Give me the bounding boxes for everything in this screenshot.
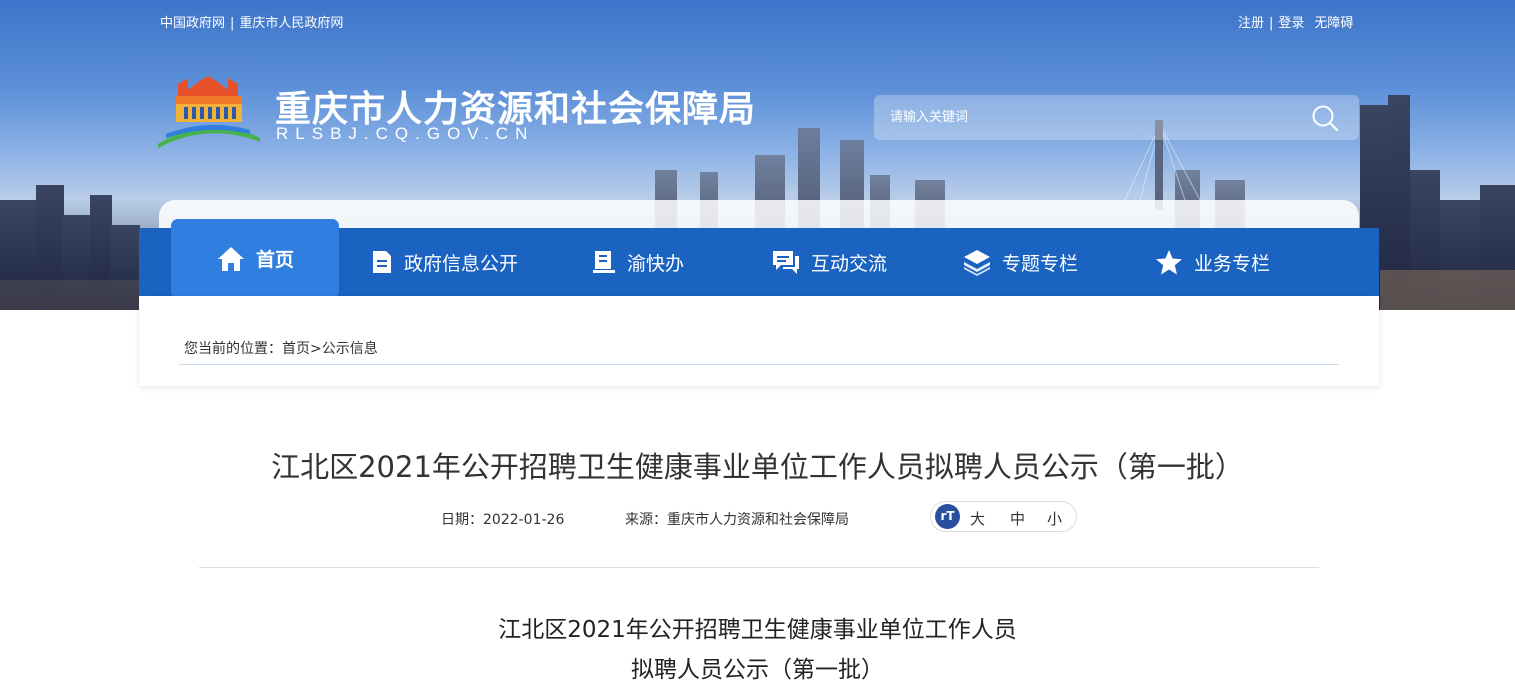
star-icon [1156,250,1182,275]
layers-icon [964,250,990,276]
breadcrumb-separator: > [310,341,322,357]
font-size-icon: rT [935,504,960,529]
document-icon [373,251,391,273]
link-separator: | [1269,16,1274,31]
body-heading-line-1: 江北区2021年公开招聘卫生健康事业单位工作人员 [498,617,1017,643]
breadcrumb-current-link[interactable]: 公示信息 [322,341,378,357]
nav-item-special-topics[interactable]: 专题专栏 [962,228,1078,296]
font-size-large-button[interactable]: 大 [970,508,985,529]
accessibility-link[interactable]: 无障碍 [1314,16,1353,31]
article-divider [199,567,1319,568]
font-size-control: rT 大 中 小 [930,501,1077,532]
nav-item-label: 业务专栏 [1194,252,1271,275]
register-link[interactable]: 注册 [1238,16,1264,31]
site-domain: RLSBJ.CQ.GOV.CN [276,124,535,143]
book-icon [593,251,615,273]
nav-item-label: 首页 [255,249,294,271]
search-icon[interactable] [1310,103,1340,133]
nav-item-label: 政府信息公开 [404,252,519,275]
font-size-medium-button[interactable]: 中 [1010,508,1025,529]
nav-item-home[interactable]: 首页 [171,219,339,298]
home-icon [217,246,244,271]
nav-item-interaction[interactable]: 互动交流 [771,228,887,296]
chat-icon [773,251,799,274]
search-box [874,95,1359,140]
gov-site-link[interactable]: 中国政府网 [160,16,225,31]
search-input[interactable] [874,95,1304,140]
font-size-small-button[interactable]: 小 [1047,508,1062,529]
breadcrumb-prefix: 您当前的位置： [184,341,282,357]
nav-item-business[interactable]: 业务专栏 [1154,228,1270,296]
login-link[interactable]: 登录 [1278,16,1304,31]
article-title: 江北区2021年公开招聘卫生健康事业单位工作人员拟聘人员公示（第一批） [271,450,1244,484]
article-source: 来源：重庆市人力资源和社会保障局 [625,512,849,528]
breadcrumb: 您当前的位置：首页>公示信息 [184,338,378,358]
nav-item-label: 渝快办 [627,252,685,275]
nav-item-label: 专题专栏 [1002,252,1079,275]
breadcrumb-divider [179,364,1339,365]
link-separator: | [230,16,235,31]
top-links-right: 注册 | 登录 无障碍 [1238,12,1353,31]
nav-item-gov-info[interactable]: 政府信息公开 [370,228,518,296]
body-heading-line-2: 拟聘人员公示（第一批） [631,657,884,683]
site-logo[interactable] [158,72,260,152]
article-date: 日期：2022-01-26 [441,512,565,528]
cq-gov-site-link[interactable]: 重庆市人民政府网 [239,16,343,31]
breadcrumb-home-link[interactable]: 首页 [282,341,310,357]
nav-item-label: 互动交流 [811,252,888,275]
top-links-left: 中国政府网 | 重庆市人民政府网 [160,12,343,31]
nav-item-yukuaiban[interactable]: 渝快办 [591,228,684,296]
